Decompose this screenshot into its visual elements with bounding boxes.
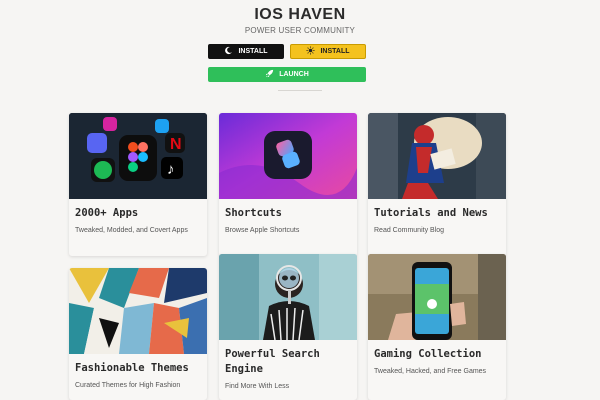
card-apps[interactable]: N ♪ 2000+ Apps Tweaked, Modded, and Cove… xyxy=(69,113,207,256)
page-subtitle: POWER USER COMMUNITY xyxy=(244,26,356,35)
card-title: Fashionable Themes xyxy=(75,362,189,374)
card-search[interactable]: Powerful Search Engine Find More With Le… xyxy=(219,254,357,400)
install-dark-label: INSTALL xyxy=(238,48,268,55)
card-title: Powerful Search Engine xyxy=(225,348,320,375)
svg-text:N: N xyxy=(170,136,182,153)
page-title: IOS HAVEN xyxy=(254,6,346,23)
install-light-label: INSTALL xyxy=(320,48,350,55)
card-description: Tweaked, Modded, and Covert Apps xyxy=(75,227,188,234)
install-light-button[interactable]: INSTALL xyxy=(290,44,366,59)
apps-image: N ♪ xyxy=(69,113,207,199)
card-title: 2000+ Apps xyxy=(75,207,139,219)
card-description: Read Community Blog xyxy=(374,227,445,234)
card-description: Tweaked, Hacked, and Free Games xyxy=(374,368,487,375)
card-title: Gaming Collection xyxy=(374,348,482,360)
shortcuts-image xyxy=(219,113,357,199)
launch-label: LAUNCH xyxy=(279,71,309,78)
sun-icon xyxy=(306,46,316,57)
card-title: Tutorials and News xyxy=(374,207,488,219)
header-divider xyxy=(278,90,322,91)
install-dark-button[interactable]: INSTALL xyxy=(208,44,284,59)
rocket-icon xyxy=(265,69,274,80)
gaming-image xyxy=(368,254,506,340)
svg-text:♪: ♪ xyxy=(167,161,175,178)
card-description: Browse Apple Shortcuts xyxy=(225,227,300,234)
search-image xyxy=(219,254,357,340)
tutorials-image xyxy=(368,113,506,199)
card-description: Curated Themes for High Fashion xyxy=(75,382,181,389)
card-description: Find More With Less xyxy=(225,383,290,390)
card-shortcuts[interactable]: Shortcuts Browse Apple Shortcuts xyxy=(219,113,357,256)
themes-image xyxy=(69,268,207,354)
card-themes[interactable]: Fashionable Themes Curated Themes for Hi… xyxy=(69,268,207,400)
card-title: Shortcuts xyxy=(225,207,282,219)
moon-icon xyxy=(224,46,233,57)
card-gaming[interactable]: Gaming Collection Tweaked, Hacked, and F… xyxy=(368,254,506,400)
launch-button[interactable]: LAUNCH xyxy=(208,67,366,82)
card-tutorials[interactable]: Tutorials and News Read Community Blog xyxy=(368,113,506,256)
